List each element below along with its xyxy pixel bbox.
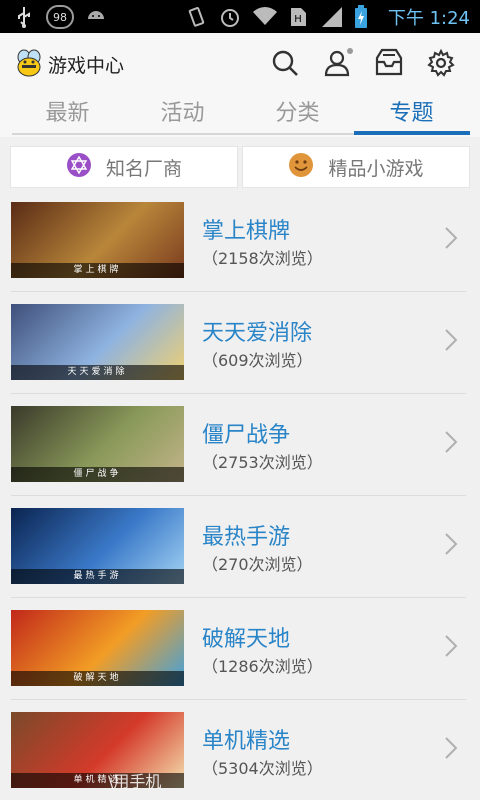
sim-icon: H <box>286 5 310 29</box>
tab-latest[interactable]: 最新 <box>10 93 125 135</box>
svg-text:H: H <box>294 14 302 25</box>
topic-title: 掌上棋牌 <box>202 219 291 244</box>
tab-bar: 最新 活动 分类 专题 <box>0 93 480 137</box>
thumbnail-caption: 掌上棋牌 <box>11 263 184 278</box>
bee-logo-icon <box>14 48 44 78</box>
clock: 下午 1:24 <box>387 8 470 29</box>
topic-views: （5304次浏览） <box>202 759 323 778</box>
mini-games-label: 精品小游戏 <box>328 157 424 180</box>
chevron-right-icon <box>445 329 458 351</box>
chevron-right-icon <box>445 227 458 249</box>
signal-icon <box>320 5 344 29</box>
famous-vendors-button[interactable]: 知名厂商 <box>10 146 238 188</box>
chevron-right-icon <box>445 737 458 759</box>
divider <box>11 291 466 292</box>
chevron-right-icon <box>445 635 458 657</box>
thumbnail-caption: 最热手游 <box>11 569 184 584</box>
battery-badge: 98 <box>46 5 74 29</box>
inbox-button[interactable] <box>372 46 406 80</box>
topic-thumbnail: 掌上棋牌 <box>11 202 184 278</box>
topic-thumbnail: 最热手游 <box>11 508 184 584</box>
topic-views: （609次浏览） <box>202 351 313 370</box>
topic-thumbnail: 破解天地 <box>11 610 184 686</box>
famous-vendors-label: 知名厂商 <box>105 157 182 180</box>
settings-button[interactable] <box>424 46 458 80</box>
search-button[interactable] <box>268 46 302 80</box>
divider <box>11 393 466 394</box>
usb-icon <box>12 5 36 29</box>
topic-title: 破解天地 <box>202 627 291 652</box>
list-item[interactable]: 掌上棋牌 掌上棋牌 （2158次浏览） <box>0 195 480 297</box>
list-item[interactable]: 天天爱消除 天天爱消除 （609次浏览） <box>0 297 480 399</box>
search-icon <box>272 50 298 76</box>
topic-title: 僵尸战争 <box>202 423 291 448</box>
chevron-right-icon <box>445 533 458 555</box>
android-icon <box>84 5 108 29</box>
star-of-david-icon <box>66 152 92 183</box>
divider <box>11 597 466 598</box>
alarm-icon <box>218 5 242 29</box>
topic-title: 天天爱消除 <box>202 321 313 346</box>
topic-title: 最热手游 <box>202 525 291 550</box>
battery-icon <box>354 5 378 29</box>
user-icon <box>324 48 353 77</box>
list-item[interactable]: 单机精选 单机精选 （5304次浏览） <box>0 705 480 800</box>
topic-thumbnail: 僵尸战争 <box>11 406 184 482</box>
thumbnail-caption: 僵尸战争 <box>11 467 184 482</box>
vibrate-icon <box>184 5 208 29</box>
topic-views: （270次浏览） <box>202 555 313 574</box>
list-item[interactable]: 僵尸战争 僵尸战争 （2753次浏览） <box>0 399 480 501</box>
topic-title: 单机精选 <box>202 729 291 754</box>
tab-events[interactable]: 活动 <box>125 93 240 135</box>
app-title: 游戏中心 <box>48 55 125 77</box>
tab-active-indicator <box>354 131 470 135</box>
topic-views: （2753次浏览） <box>202 453 323 472</box>
topic-views: （1286次浏览） <box>202 657 323 676</box>
smiley-icon <box>288 152 314 183</box>
thumbnail-caption: 天天爱消除 <box>11 365 184 380</box>
tab-categories[interactable]: 分类 <box>240 93 355 135</box>
mini-games-button[interactable]: 精品小游戏 <box>242 146 470 188</box>
inbox-icon <box>375 48 403 76</box>
list-item[interactable]: 最热手游 最热手游 （270次浏览） <box>0 501 480 603</box>
divider <box>11 699 466 700</box>
topic-views: （2158次浏览） <box>202 249 323 268</box>
gear-icon <box>427 48 455 77</box>
user-button[interactable] <box>320 46 354 80</box>
divider <box>11 495 466 496</box>
topic-thumbnail: 天天爱消除 <box>11 304 184 380</box>
list-item[interactable]: 破解天地 破解天地 （1286次浏览） <box>0 603 480 705</box>
tab-topics[interactable]: 专题 <box>354 93 469 135</box>
chevron-right-icon <box>445 431 458 453</box>
wifi-icon <box>252 5 277 29</box>
thumbnail-caption: 破解天地 <box>11 671 184 686</box>
app-header: 游戏中心 <box>0 33 480 93</box>
status-bar: 98 H 下午 1:24 <box>0 0 480 33</box>
watermark: \用手机 <box>108 772 162 791</box>
